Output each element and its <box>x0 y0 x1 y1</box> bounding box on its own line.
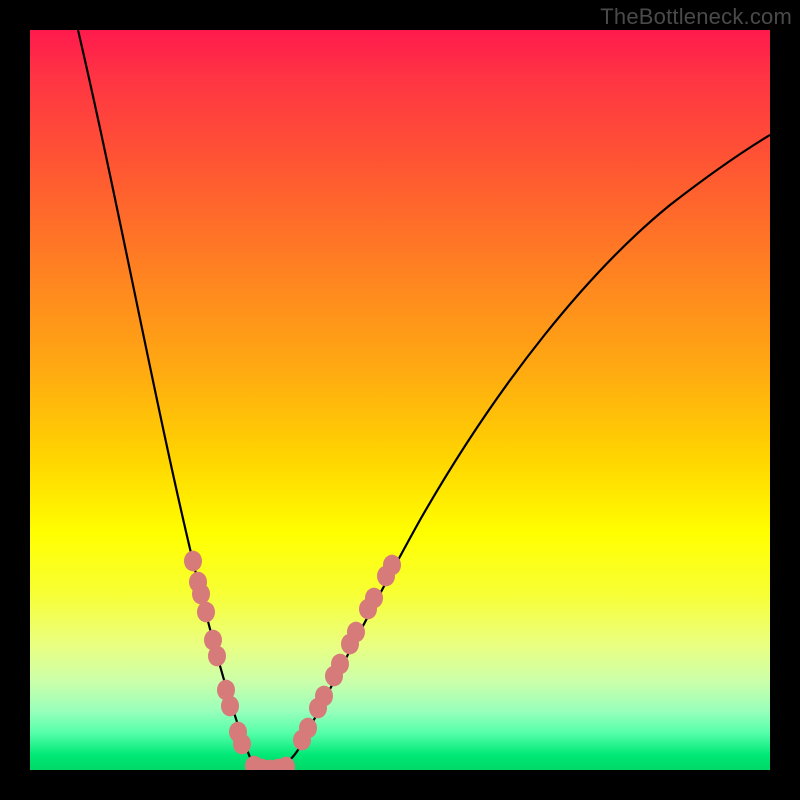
data-point-dots <box>184 551 401 770</box>
data-point <box>192 584 210 605</box>
data-point <box>383 555 401 576</box>
chart-svg <box>30 30 770 770</box>
data-point <box>233 734 251 755</box>
data-point <box>208 646 226 667</box>
chart-plot-area <box>30 30 770 770</box>
watermark-text: TheBottleneck.com <box>600 4 792 30</box>
curve-left-branch <box>78 30 264 770</box>
data-point <box>315 686 333 707</box>
data-point <box>347 622 365 643</box>
data-point <box>221 696 239 717</box>
data-point <box>184 551 202 572</box>
data-point <box>299 718 317 739</box>
data-point <box>331 654 349 675</box>
data-point <box>197 602 215 623</box>
data-point <box>365 588 383 609</box>
